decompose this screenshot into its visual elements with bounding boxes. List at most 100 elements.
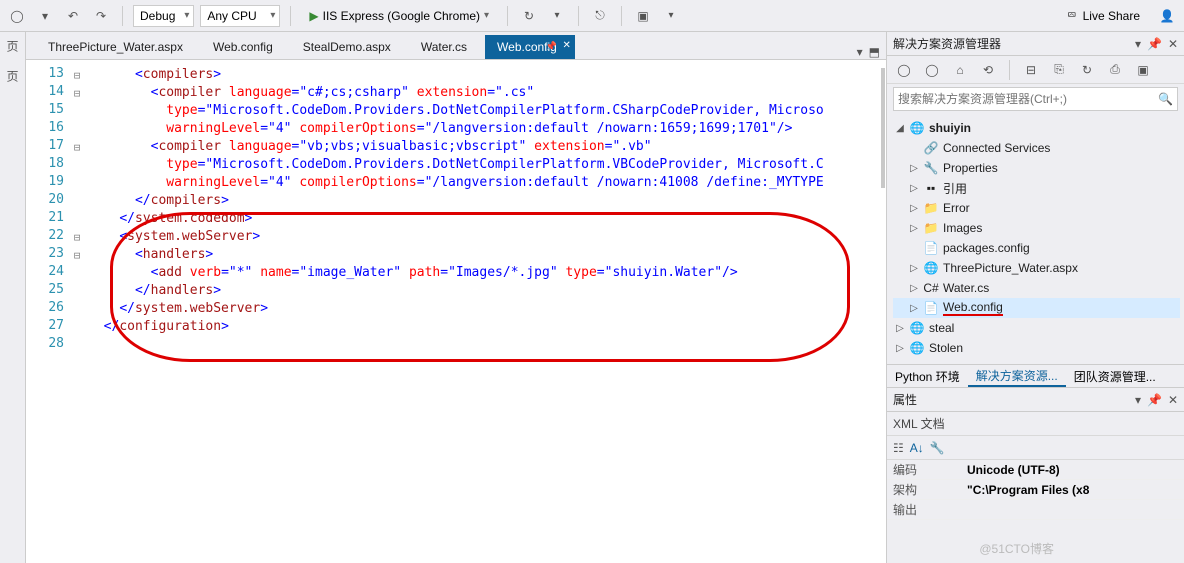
document-tab[interactable]: Web.config [201,35,291,59]
prop-key: 输出 [887,501,967,518]
chevron-down-icon[interactable]: ▾ [660,5,682,27]
property-row[interactable]: 架构"C:\Program Files (x8 [887,480,1184,500]
pin-icon[interactable]: 📌 [1147,393,1162,407]
fwd-icon[interactable]: ◯ [921,59,943,81]
expand-icon[interactable]: ◢ [895,123,905,134]
tree-item[interactable]: 📄packages.config [893,238,1180,258]
code-content[interactable]: <compilers> <compiler language="c#;cs;cs… [84,60,886,563]
expand-icon[interactable]: ▷ [909,303,919,314]
back-icon[interactable]: ◯ [893,59,915,81]
file-icon: 🌐 [909,340,925,356]
document-tabs: ThreePicture_Water.aspx Web.config StealDe… [26,32,886,60]
tree-item[interactable]: ▷📁Images [893,218,1180,238]
close-icon[interactable]: ✕ [1168,37,1178,51]
chevron-down-icon[interactable]: ▾ [546,5,568,27]
property-row[interactable]: 输出 [887,500,1184,520]
editor-area: ThreePicture_Water.aspx Web.config StealDe… [26,32,886,563]
live-share-button[interactable]: ⮹ Live Share [1057,8,1150,23]
toolbox-tab[interactable]: 页 [4,70,21,82]
tree-label: Images [943,221,982,235]
redo-icon[interactable]: ↷ [90,5,112,27]
tree-item[interactable]: ◢🌐shuiyin [893,118,1180,138]
file-icon: ▪▪ [923,180,939,196]
vertical-scrollbar[interactable] [881,68,885,188]
pin-icon[interactable]: 📌 [546,41,557,52]
panel-tab[interactable]: 解决方案资源... [968,365,1066,387]
user-icon[interactable]: 👤 [1156,5,1178,27]
main-toolbar: ◯ ▾ ↶ ↷ Debug Any CPU ▶ IIS Express (Goo… [0,0,1184,32]
show-all-icon[interactable]: ⎘ [1048,59,1070,81]
tab-label: Web.config [213,40,273,54]
tree-item[interactable]: ▷📁Error [893,198,1180,218]
expand-icon[interactable]: ▷ [909,203,919,214]
undo-icon[interactable]: ↶ [62,5,84,27]
prop-value[interactable]: "C:\Program Files (x8 [967,483,1184,497]
panel-dropdown-icon[interactable]: ▾ [1135,393,1141,407]
expand-icon[interactable]: ▷ [895,343,905,354]
categorize-icon[interactable]: ☷ [893,441,904,455]
tab-overflow-icon[interactable]: ▾ [857,45,863,59]
collapse-icon[interactable]: ⊟ [1020,59,1042,81]
properties-header: 属性 ▾ 📌 ✕ [887,388,1184,412]
fold-gutter[interactable]: ⊟⊟⊟⊟⊟ [70,60,84,563]
config-combo[interactable]: Debug [133,5,194,27]
expand-icon[interactable]: ▷ [909,263,919,274]
property-row[interactable]: 编码Unicode (UTF-8) [887,460,1184,480]
tree-item[interactable]: ▷▪▪引用 [893,178,1180,198]
nav-back-icon[interactable]: ◯ [6,5,28,27]
property-grid[interactable]: 编码Unicode (UTF-8)架构"C:\Program Files (x8… [887,460,1184,520]
expand-icon[interactable]: ▷ [909,183,919,194]
wrench-icon[interactable]: 🔧 [930,441,945,455]
server-explorer-tab[interactable]: 页 [4,40,21,52]
nav-fwd-icon[interactable]: ▾ [34,5,56,27]
screenshot-icon[interactable]: ▣ [632,5,654,27]
solution-search[interactable]: 🔍 [893,87,1178,111]
file-icon: 🔧 [923,160,939,176]
panel-tab[interactable]: Python 环境 [887,365,968,387]
close-icon[interactable]: ✕ [562,40,570,51]
document-tab[interactable]: Web.config📌✕ [485,35,575,59]
chevron-down-icon: ▾ [484,10,489,21]
properties-subtitle: XML 文档 [887,412,1184,436]
expand-icon[interactable]: ▷ [909,223,919,234]
tree-item[interactable]: ▷🔧Properties [893,158,1180,178]
refresh-icon[interactable]: ↻ [1076,59,1098,81]
home-icon[interactable]: ⌂ [949,59,971,81]
document-tab[interactable]: ThreePicture_Water.aspx [36,35,201,59]
platform-combo[interactable]: Any CPU [200,5,280,27]
refresh-icon[interactable]: ↻ [518,5,540,27]
file-icon: 📄 [923,240,939,256]
tree-label: steal [929,321,954,335]
document-tab[interactable]: Water.cs [409,35,485,59]
sort-icon[interactable]: A↓ [910,441,924,455]
solution-tree[interactable]: ◢🌐shuiyin🔗Connected Services▷🔧Properties… [887,114,1184,364]
preview-icon[interactable]: ▣ [1132,59,1154,81]
document-tab[interactable]: StealDemo.aspx [291,35,409,59]
pin-icon[interactable]: 📌 [1147,37,1162,51]
tree-item[interactable]: ▷🌐Stolen [893,338,1180,358]
expand-icon[interactable]: ▷ [895,323,905,334]
panel-dropdown-icon[interactable]: ▾ [1135,37,1141,51]
close-icon[interactable]: ✕ [1168,393,1178,407]
file-icon: 📁 [923,200,939,216]
start-debug-button[interactable]: ▶ IIS Express (Google Chrome) ▾ [301,5,497,27]
properties-toolbar: ☷ A↓ 🔧 [887,436,1184,460]
sync-icon[interactable]: ⟲ [977,59,999,81]
solution-search-input[interactable] [898,92,1158,106]
tab-promote-icon[interactable]: ⬒ [869,45,880,59]
tree-item[interactable]: ▷🌐steal [893,318,1180,338]
panel-tab[interactable]: 团队资源管理... [1066,365,1164,387]
expand-icon[interactable]: ▷ [909,163,919,174]
properties-icon[interactable]: ⎙ [1104,59,1126,81]
start-label: IIS Express (Google Chrome) [323,9,480,23]
search-icon[interactable]: 🔍 [1158,92,1173,106]
tree-item[interactable]: ▷🌐ThreePicture_Water.aspx [893,258,1180,278]
code-editor[interactable]: 13141516171819202122232425262728 ⊟⊟⊟⊟⊟ <… [26,60,886,563]
tree-item[interactable]: ▷C#Water.cs [893,278,1180,298]
tree-label: Connected Services [943,141,1050,155]
tree-item[interactable]: 🔗Connected Services [893,138,1180,158]
prop-value[interactable]: Unicode (UTF-8) [967,463,1184,477]
browser-link-icon[interactable]: ⎋ [589,5,611,27]
tree-item[interactable]: ▷📄Web.config [893,298,1180,318]
expand-icon[interactable]: ▷ [909,283,919,294]
